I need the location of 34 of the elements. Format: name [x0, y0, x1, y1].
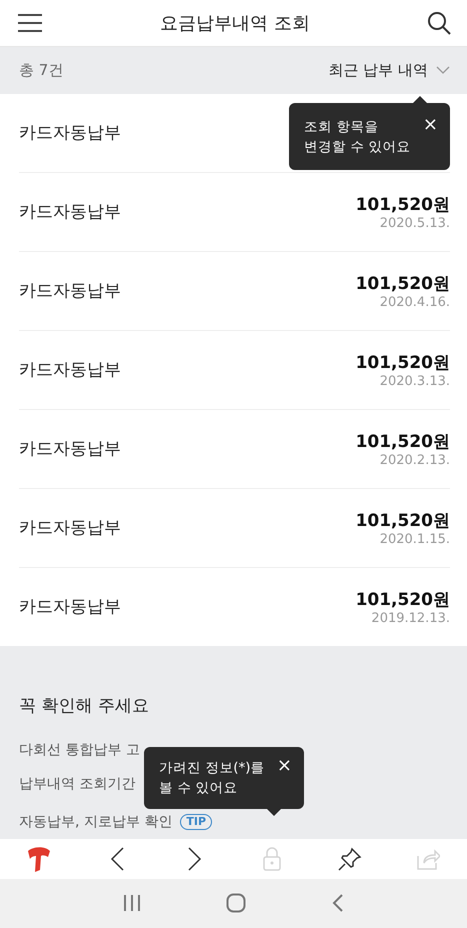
- payment-date: 2019.12.13.: [371, 610, 450, 626]
- payment-method: 카드자동납부: [19, 280, 121, 302]
- notice-link[interactable]: 다회선 통합납부 고: [19, 740, 140, 759]
- chevron-down-icon: [436, 66, 450, 74]
- payment-method: 카드자동납부: [19, 201, 121, 224]
- notice-link[interactable]: 자동납부, 지로납부 확인: [19, 812, 172, 831]
- tip-badge: TIP: [180, 814, 212, 830]
- payment-method: 카드자동납부: [19, 596, 121, 618]
- payment-amount: 101,520원: [356, 510, 450, 532]
- payment-method: 카드자동납부: [19, 359, 121, 382]
- close-button[interactable]: ×: [276, 758, 292, 774]
- payment-method: 카드자동납부: [19, 438, 121, 460]
- total-count: 총 7건: [19, 60, 64, 80]
- notice-link[interactable]: 납부내역 조회기간: [19, 774, 136, 793]
- payment-method: 카드자동납부: [19, 517, 121, 540]
- payment-method: 카드자동납부: [19, 122, 121, 144]
- payment-amount: 101,520원: [356, 352, 450, 374]
- payment-date: 2020.4.16.: [380, 294, 450, 310]
- notice-title: 꼭 확인해 주세요: [19, 694, 150, 717]
- payment-date: 2020.2.13.: [380, 452, 450, 468]
- payment-date: 2020.3.13.: [380, 374, 450, 389]
- payment-amount: 101,520원: [356, 272, 450, 295]
- payment-amount: 101,520원: [356, 430, 450, 453]
- payment-amount: 101,520원: [356, 588, 450, 611]
- close-button[interactable]: ×: [422, 117, 438, 133]
- search-icon[interactable]: [426, 10, 451, 35]
- payment-amount: 101,520원: [356, 194, 450, 216]
- tooltip-text: 조회 항목을 변경할 수 있어요: [304, 118, 411, 157]
- sort-dropdown[interactable]: 최근 납부 내역: [328, 60, 450, 80]
- menu-icon[interactable]: [17, 12, 43, 33]
- tooltip-text: 가려진 정보(*)를 볼 수 있어요: [159, 759, 265, 798]
- payment-date: 2020.1.15.: [380, 532, 450, 547]
- page-title: 요금납부내역 조회: [160, 12, 310, 35]
- payment-date: 2020.5.13.: [380, 216, 450, 231]
